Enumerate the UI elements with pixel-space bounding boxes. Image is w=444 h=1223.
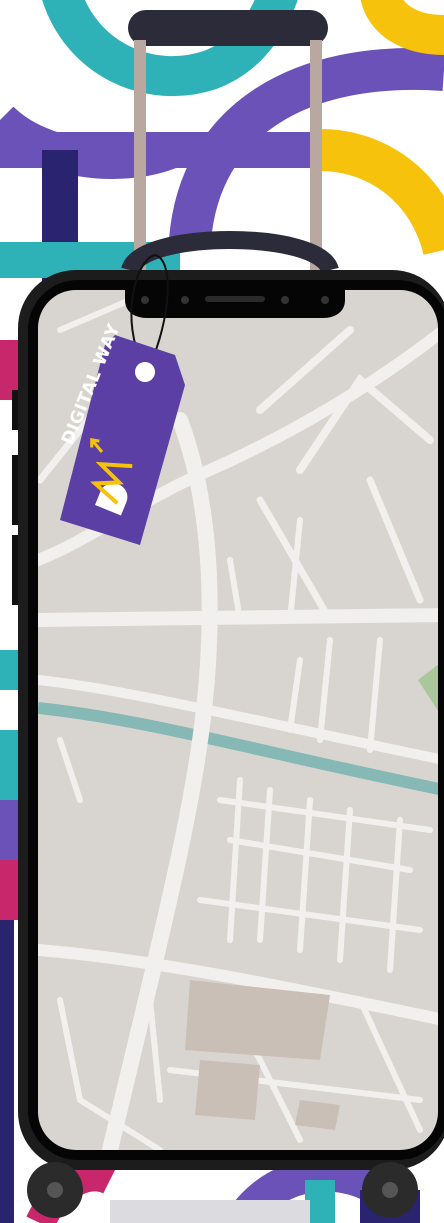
up-arrow-icon <box>90 437 104 453</box>
dw-logo-icon <box>90 437 133 516</box>
